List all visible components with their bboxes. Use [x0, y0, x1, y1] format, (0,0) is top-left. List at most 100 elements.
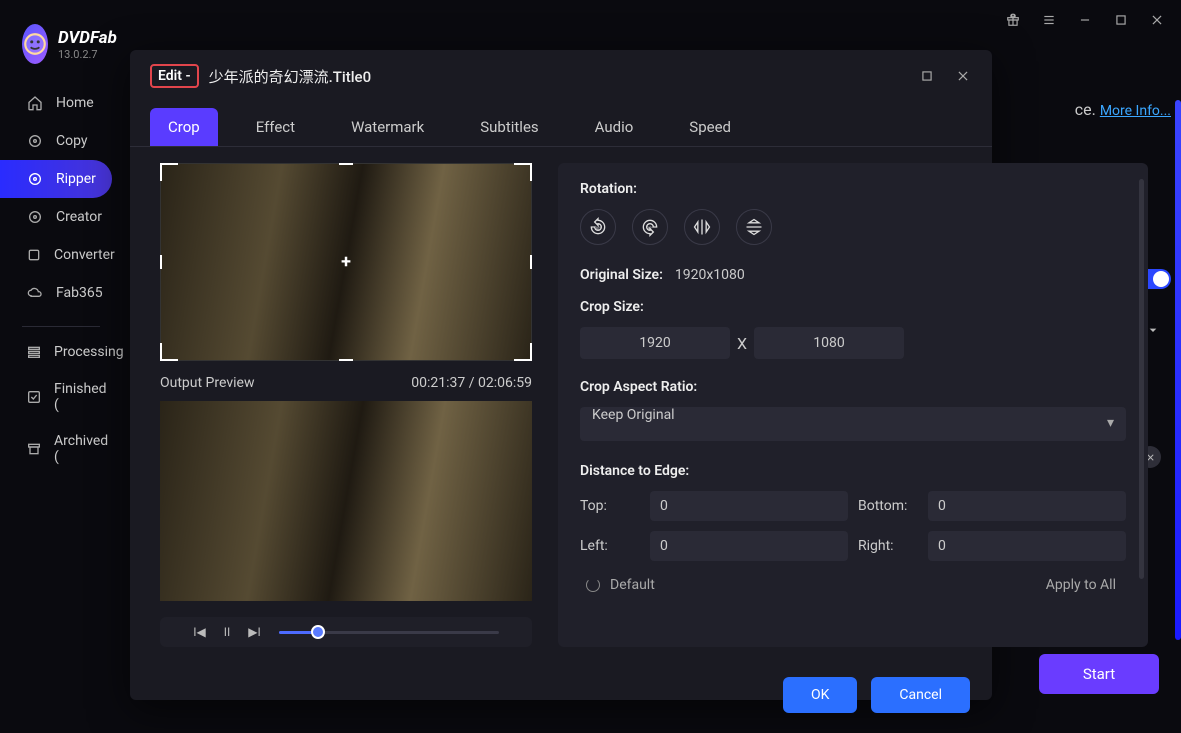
settings-column: Rotation: 90° 90° Original Size:1920x108… [558, 163, 1148, 647]
nav-label: Home [56, 95, 94, 111]
nav-separator [22, 326, 100, 327]
left-label: Left: [580, 538, 640, 554]
seek-thumb[interactable] [311, 625, 325, 639]
logo-area: DVDFab 13.0.2.7 [0, 18, 120, 66]
check-icon [26, 388, 42, 406]
maximize-button[interactable] [1105, 4, 1137, 36]
left-input[interactable] [650, 531, 848, 561]
tab-speed[interactable]: Speed [671, 108, 749, 146]
original-size-row: Original Size: 1920x1080 [580, 267, 1126, 283]
crop-width-input[interactable] [580, 327, 730, 359]
sidebar: DVDFab 13.0.2.7 Home Copy Ripper Creator… [0, 18, 120, 475]
gift-icon[interactable] [997, 4, 1029, 36]
nav-label: Converter [54, 247, 115, 263]
nav-home[interactable]: Home [0, 84, 112, 122]
minimize-button[interactable] [1069, 4, 1101, 36]
next-frame-icon[interactable]: ▶I [248, 625, 261, 639]
tab-watermark[interactable]: Watermark [333, 108, 442, 146]
settings-footer: Default Apply to All [580, 561, 1126, 593]
nav-label: Finished ( [54, 381, 107, 413]
crop-handle-tr[interactable] [514, 163, 532, 181]
nav-label: Creator [56, 209, 102, 225]
dialog-close-icon[interactable] [954, 67, 972, 85]
nav-processing[interactable]: Processing [0, 333, 112, 371]
bottom-label: Bottom: [858, 498, 918, 514]
original-size-value: 1920x1080 [675, 267, 745, 283]
crop-handle-r[interactable] [530, 255, 532, 269]
nav-archived[interactable]: Archived ( [0, 423, 112, 475]
nav-fab365[interactable]: Fab365 [0, 274, 112, 312]
bottom-input[interactable] [928, 491, 1126, 521]
svg-text:90°: 90° [595, 227, 602, 232]
cancel-button[interactable]: Cancel [871, 677, 970, 713]
nav-creator[interactable]: Creator [0, 198, 112, 236]
dialog-body: + Output Preview 00:21:37 / 02:06:59 I◀ … [130, 147, 992, 657]
nav-label: Processing [54, 344, 124, 360]
nav-label: Ripper [56, 171, 96, 187]
nav-finished[interactable]: Finished ( [0, 371, 112, 423]
crop-handle-tl[interactable] [160, 163, 178, 181]
flip-vertical-button[interactable] [736, 209, 772, 245]
cloud-icon [26, 284, 44, 302]
right-input[interactable] [928, 531, 1126, 561]
menu-icon[interactable] [1033, 4, 1065, 36]
pause-icon[interactable]: II [224, 625, 231, 639]
reset-default-button[interactable]: Default [586, 577, 655, 593]
tab-audio[interactable]: Audio [577, 108, 652, 146]
tab-effect[interactable]: Effect [238, 108, 313, 146]
scrollbar-right[interactable] [1175, 100, 1181, 640]
home-icon [26, 94, 44, 112]
crop-handle-bl[interactable] [160, 343, 178, 361]
top-label: Top: [580, 498, 640, 514]
titlebar [0, 0, 1181, 40]
tab-crop[interactable]: Crop [150, 108, 218, 146]
crop-handle-b[interactable] [339, 359, 353, 361]
nav: Home Copy Ripper Creator Converter Fab36… [0, 84, 120, 475]
brand: DVDFab 13.0.2.7 [58, 28, 117, 61]
crop-sep: X [730, 334, 754, 353]
nav-converter[interactable]: Converter [0, 236, 112, 274]
start-button[interactable]: Start [1039, 654, 1159, 694]
flip-horizontal-button[interactable] [684, 209, 720, 245]
list-icon [26, 343, 42, 361]
close-button[interactable] [1141, 4, 1173, 36]
playbar: I◀ II ▶I [160, 617, 532, 647]
copy-icon [26, 132, 44, 150]
crop-preview[interactable]: + [160, 163, 532, 361]
crop-size-inputs: X [580, 327, 1126, 359]
original-size-label: Original Size: [580, 267, 663, 283]
converter-icon [26, 246, 42, 264]
ok-button[interactable]: OK [783, 677, 857, 713]
ripper-icon [26, 170, 44, 188]
edit-badge: Edit - [150, 64, 199, 88]
top-input[interactable] [650, 491, 848, 521]
brand-name: DVDFab [58, 28, 117, 48]
dialog-maximize-icon[interactable] [918, 67, 936, 85]
nav-ripper[interactable]: Ripper [0, 160, 112, 198]
svg-text:90°: 90° [647, 227, 654, 232]
tabs: Crop Effect Watermark Subtitles Audio Sp… [130, 98, 992, 147]
aspect-ratio-select[interactable]: Keep Original [580, 407, 1126, 441]
nav-label: Fab365 [56, 285, 103, 301]
distance-label: Distance to Edge: [580, 463, 1126, 479]
tab-subtitles[interactable]: Subtitles [462, 108, 556, 146]
settings-scrollbar[interactable] [1139, 179, 1144, 579]
nav-copy[interactable]: Copy [0, 122, 112, 160]
rotate-ccw-button[interactable]: 90° [580, 209, 616, 245]
crop-handle-t[interactable] [339, 163, 353, 165]
nav-label: Archived ( [54, 433, 108, 465]
rotate-cw-button[interactable]: 90° [632, 209, 668, 245]
apply-all-button[interactable]: Apply to All [1046, 577, 1116, 593]
seek-bar[interactable] [279, 631, 499, 634]
info-text: ce. More Info... [1075, 100, 1171, 119]
crop-size-label: Crop Size: [580, 299, 1126, 315]
prev-frame-icon[interactable]: I◀ [193, 625, 206, 639]
more-info-link[interactable]: More Info... [1100, 103, 1171, 119]
crop-center-icon[interactable]: + [341, 252, 351, 273]
crop-height-input[interactable] [754, 327, 904, 359]
aspect-ratio-label: Crop Aspect Ratio: [580, 379, 1126, 395]
crop-handle-l[interactable] [160, 255, 162, 269]
edit-dialog: Edit - 少年派的奇幻漂流.Title0 Crop Effect Water… [130, 50, 992, 700]
reset-icon [586, 578, 600, 592]
crop-handle-br[interactable] [514, 343, 532, 361]
